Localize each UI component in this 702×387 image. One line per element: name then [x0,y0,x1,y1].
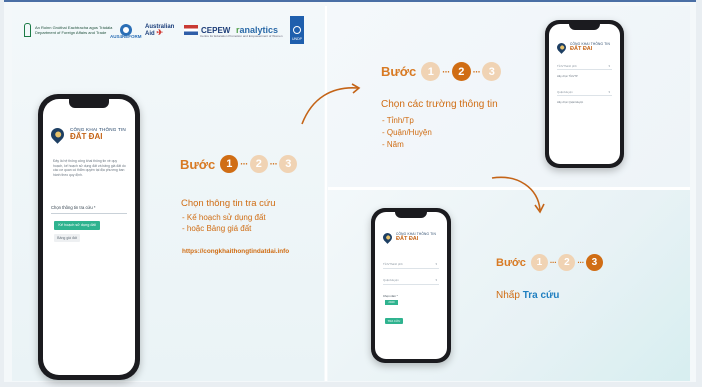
cepew-flag-icon [184,25,198,35]
undp-name: UNDP [292,37,302,41]
step-word: Bước [496,256,526,269]
phone-mockup-step3: CÔNG KHAI THÔNG TIN ĐẤT ĐAI Tỉnh/Thành p… [371,208,451,363]
step-dot-2: 2 [249,155,268,173]
step-connector-icon: ··· [577,258,584,267]
land-use-plan-button[interactable]: Kế hoạch sử dụng đất [54,221,100,230]
step-dot-3: 3 [585,254,603,271]
australian-aid-line2: Aid [145,30,155,37]
phone-screen-step1: CÔNG KHAI THÔNG TIN ĐẤT ĐAI Đây là hệ th… [43,99,135,375]
city-select[interactable]: Tỉnh/Thành phố ▾ [383,262,439,269]
ireland-dfa-logo: An Roinn Gnóthaí Eachtracha agus Trádála… [24,16,112,44]
partner-logos: An Roinn Gnóthaí Eachtracha agus Trádála… [22,16,308,44]
aus4reform-logo: AUS4REFORM [110,16,142,44]
step2-heading: Chọn các trường thông tin [381,99,498,110]
ranalytics-rest: analytics [239,25,279,35]
step3-indicator: Bước 1 ··· 2 ··· 3 [496,254,603,271]
phone-mockup-step1: CÔNG KHAI THÔNG TIN ĐẤT ĐAI Đây là hệ th… [38,94,140,380]
phone-mockup-step2: CÔNG KHAI THÔNG TIN ĐẤT ĐAI Tỉnh/Thành p… [545,20,624,168]
district-helper: Hãy chọn Quận/Huyện [557,101,584,104]
step-dot-1: 1 [530,254,548,271]
step2-items: - Tỉnh/Tp - Quận/Huyện - Năm [382,115,432,151]
step3-heading-plain: Nhấp [496,290,520,301]
step3-heading-emphasis: Tra cứu [522,290,560,301]
website-link[interactable]: https://congkhaithongtindatdai.info [182,248,289,255]
curved-arrow-icon [301,83,361,125]
phone-screen-step3: CÔNG KHAI THÔNG TIN ĐẤT ĐAI Tỉnh/Thành p… [375,212,447,359]
step-connector-icon: ··· [549,258,557,267]
bottom-edge [0,382,702,387]
land-price-button[interactable]: Bảng giá đất [54,234,80,242]
city-select[interactable]: Tỉnh/Thành phố ▾ [557,64,612,70]
lookup-submit-button[interactable]: TRA CỨU [385,318,403,324]
city-select-value: Tỉnh/Thành phố [383,262,403,266]
step2-panel [328,6,690,187]
step1-items: - Kế hoạch sử dụng đất - hoặc Bảng giá đ… [182,212,266,234]
step3-heading: Nhấp Tra cứu [496,290,559,301]
step-dot-1: 1 [421,62,441,81]
aus4reform-name: AUS4REFORM [110,34,142,39]
city-helper: Hãy chọn Tỉnh/TP [557,75,578,78]
step-dot-3: 3 [482,62,502,81]
ireland-logo-line2: Department of Foreign Affairs and Trade [35,30,107,35]
map-pin-icon [381,230,394,244]
step-connector-icon: ··· [269,159,278,169]
chevron-down-icon: ▾ [435,278,437,282]
panel-divider-vertical [325,6,327,381]
app-brand-line2: ĐẤT ĐAI [570,46,593,52]
un-seal-icon [293,26,301,34]
app-brand: CÔNG KHAI THÔNG TIN ĐẤT ĐAI [381,230,436,244]
kangaroo-icon: ✈ [156,27,164,37]
district-select-value: Quận/Huyện [383,278,399,282]
phone-notch [395,212,427,218]
right-edge [696,0,702,387]
step-dot-2: 2 [451,62,471,81]
phone-notch [69,99,109,108]
year-option[interactable]: 2020 [385,300,398,305]
top-rule [0,0,702,2]
chevron-down-icon: ▾ [608,64,610,68]
ranalytics-logo: ranalytics [236,16,278,44]
step2-indicator: Bước 1 ··· 2 ··· 3 [381,62,502,81]
app-brand: CÔNG KHAI THÔNG TIN ĐẤT ĐAI [555,40,610,54]
step-connector-icon: ··· [472,66,481,77]
map-pin-icon [555,40,568,54]
step2-item-1: - Tỉnh/Tp [382,116,414,125]
step-dot-1: 1 [220,155,239,173]
step-connector-icon: ··· [442,66,450,77]
map-pin-icon [48,124,67,144]
step1-item-1: - Kế hoạch sử dụng đất [182,213,266,222]
lookup-underline [51,213,127,214]
step-word: Bước [180,156,216,172]
city-select-value: Tỉnh/Thành phố [557,64,577,68]
district-select[interactable]: Quận/Huyện ▾ [383,278,439,285]
step2-item-2: - Quận/Huyện [382,128,432,137]
australian-aid-logo: Australian Aid ✈ [145,16,174,44]
phone-screen-step2: CÔNG KHAI THÔNG TIN ĐẤT ĐAI Tỉnh/Thành p… [549,24,620,164]
step1-item-2: - hoặc Bảng giá đất [182,224,252,233]
step-dot-3: 3 [279,155,298,173]
step-word: Bước [381,64,417,79]
harp-icon [24,23,31,37]
app-brand-line2: ĐẤT ĐAI [70,132,103,141]
lookup-label: Chọn thông tin tra cứu * [51,205,96,210]
app-brand: CÔNG KHAI THÔNG TIN ĐẤT ĐAI [48,124,126,144]
undp-logo: UNDP [290,16,304,44]
step-dot-2: 2 [558,254,576,271]
chevron-down-icon: ▾ [608,90,610,94]
step-connector-icon: ··· [240,159,248,169]
district-select-value: Quận/Huyện [557,90,573,94]
step1-indicator: Bước 1 ··· 2 ··· 3 [180,155,298,173]
app-description: Đây là hệ thống công khai thông tin về q… [53,159,126,177]
left-edge [0,0,4,387]
year-label: Chọn năm * [383,294,398,298]
curved-arrow-icon [491,176,545,214]
app-brand-line2: ĐẤT ĐAI [396,236,419,242]
phone-notch [569,24,600,30]
cepew-logo: CEPEW Centre for Education Promotion and… [184,16,283,44]
infographic-frame: An Roinn Gnóthaí Eachtracha agus Trádála… [0,0,702,387]
step1-heading: Chọn thông tin tra cứu [181,198,276,209]
district-select[interactable]: Quận/Huyện ▾ [557,90,612,96]
step2-item-3: - Năm [382,140,404,149]
chevron-down-icon: ▾ [435,262,437,266]
